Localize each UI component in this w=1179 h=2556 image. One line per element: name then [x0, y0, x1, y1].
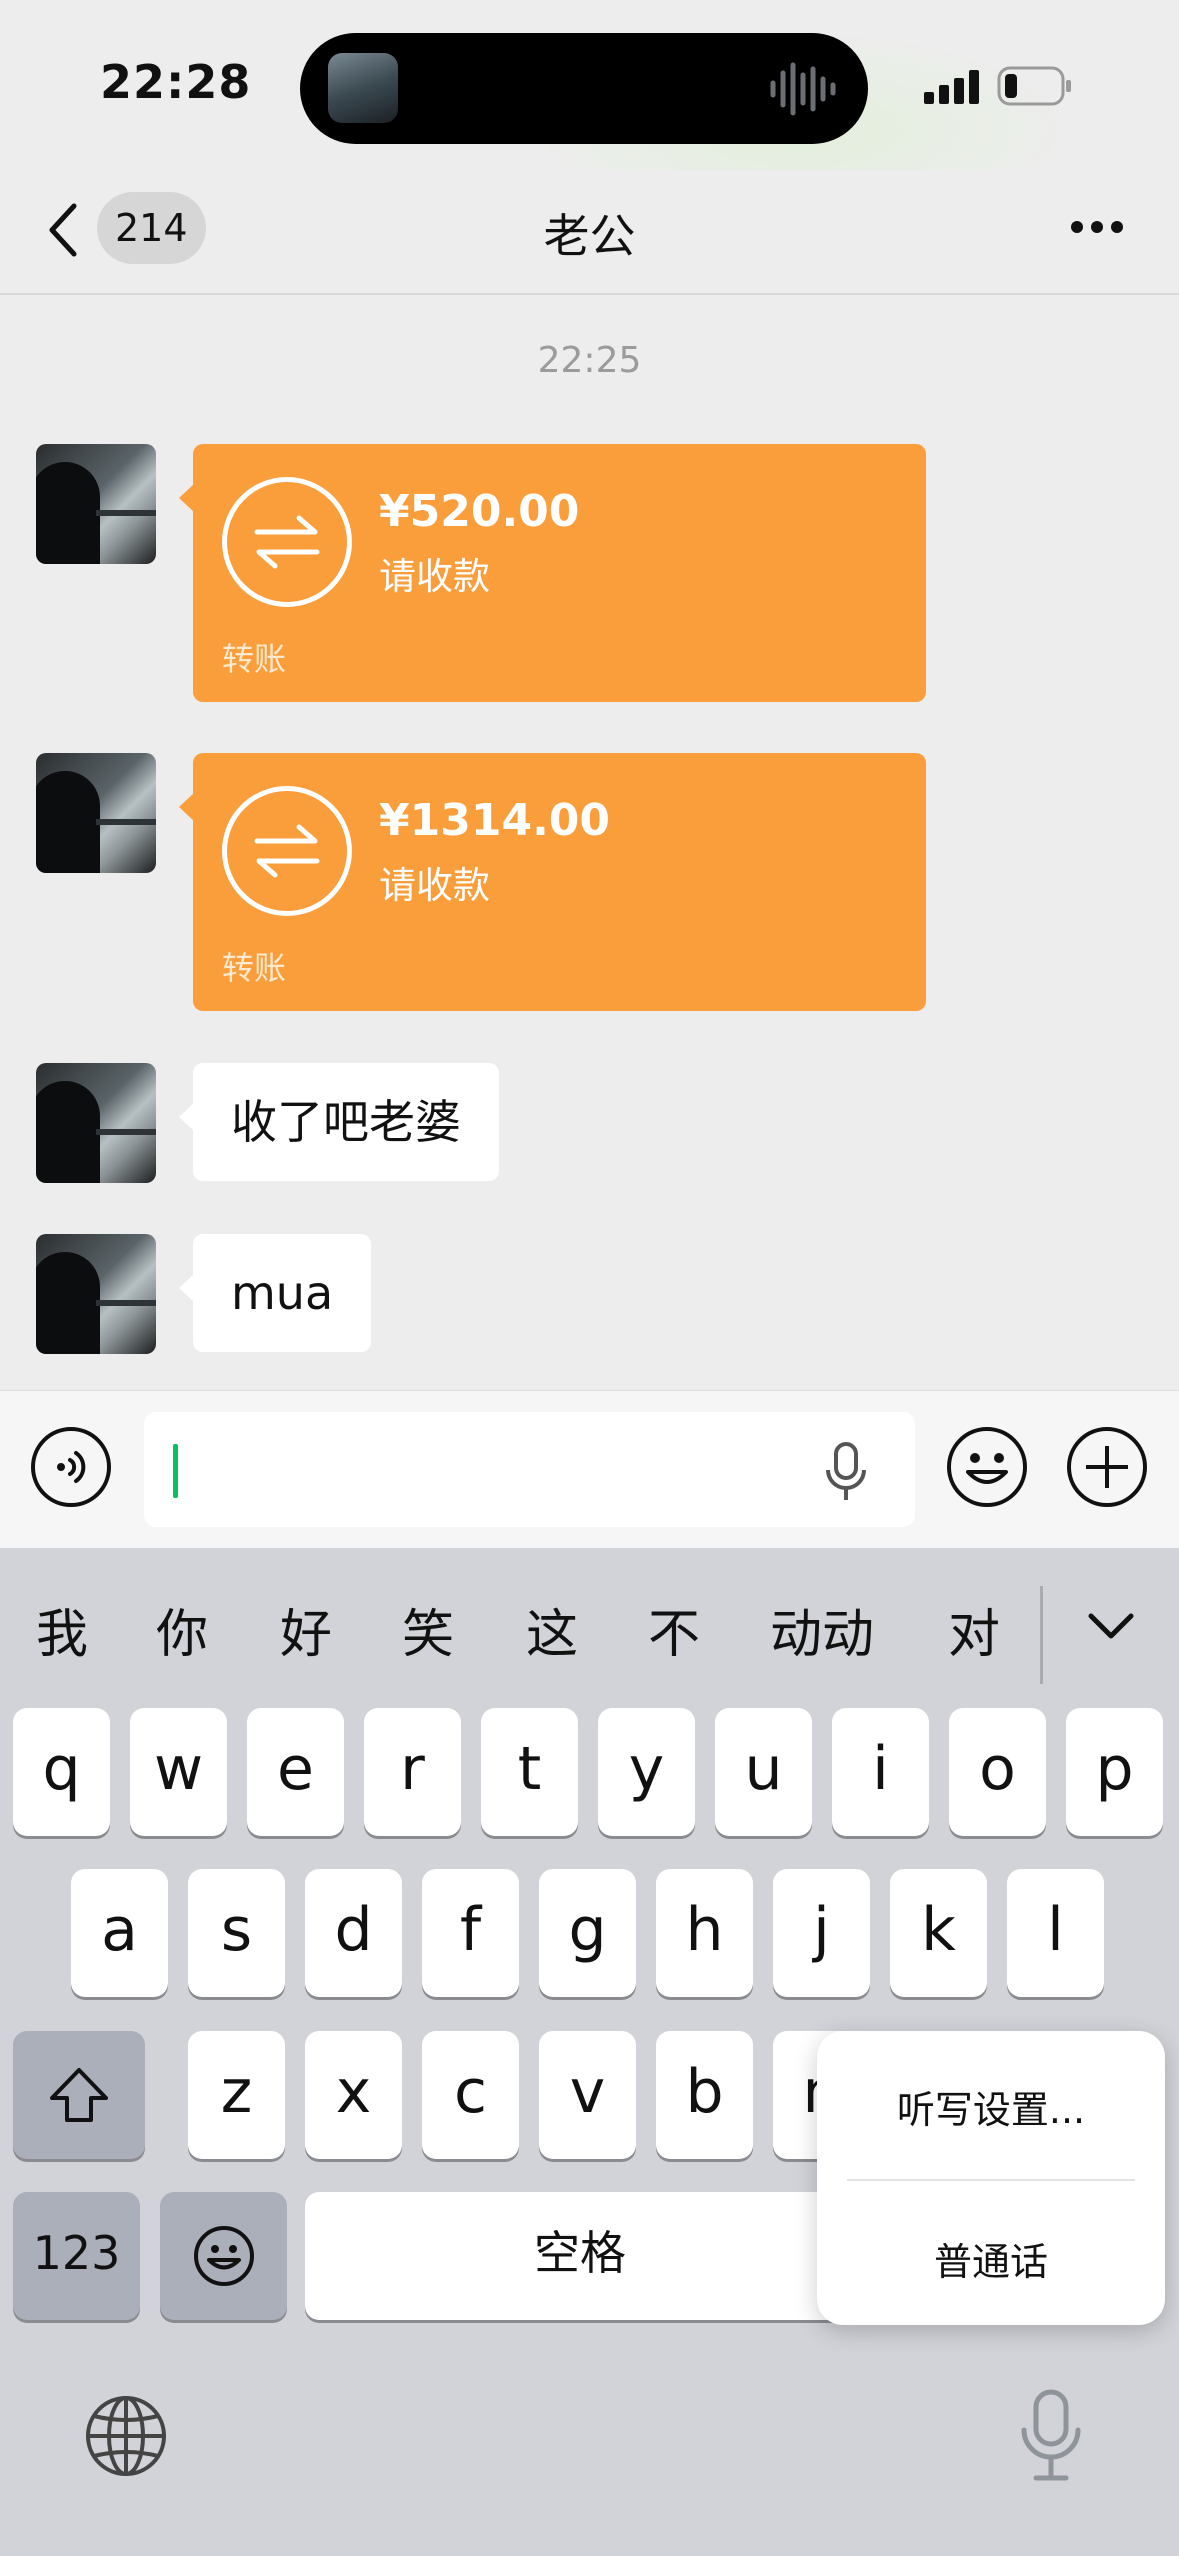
key-k[interactable]: k — [890, 1869, 987, 1997]
text-caret — [173, 1444, 178, 1498]
transfer-amount: ¥1314.00 — [379, 795, 611, 846]
emoji-key[interactable] — [160, 2192, 287, 2320]
key-p[interactable]: p — [1066, 1708, 1163, 1836]
candidate-word[interactable]: 不 — [648, 1592, 700, 1667]
now-playing-thumbnail — [328, 53, 398, 123]
text-message-bubble[interactable]: 收了吧老婆 — [179, 1063, 499, 1181]
key-a[interactable]: a — [71, 1869, 168, 1997]
battery-icon — [997, 66, 1071, 106]
key-v[interactable]: v — [539, 2031, 636, 2159]
chat-title: 老公 — [543, 209, 636, 263]
key-e[interactable]: e — [247, 1708, 344, 1836]
key-l[interactable]: l — [1007, 1869, 1104, 1997]
key-h[interactable]: h — [656, 1869, 753, 1997]
contact-avatar[interactable] — [36, 753, 156, 873]
message-timestamp: 22:25 — [537, 340, 642, 381]
message-input-bar — [0, 1390, 1179, 1548]
candidate-word[interactable]: 对 — [948, 1592, 1000, 1667]
dictation-popup-menu: 听写设置... 普通话 — [817, 2031, 1165, 2325]
dictation-settings-option[interactable]: 听写设置... — [817, 2079, 1165, 2134]
transfer-arrows-icon — [222, 477, 352, 607]
key-u[interactable]: u — [715, 1708, 812, 1836]
status-bar: 22:28 — [0, 0, 1179, 170]
key-g[interactable]: g — [539, 1869, 636, 1997]
key-i[interactable]: i — [832, 1708, 929, 1836]
transfer-card[interactable]: ¥520.00 请收款 转账 — [179, 444, 926, 702]
transfer-card[interactable]: ¥1314.00 请收款 转账 — [179, 753, 926, 1011]
globe-icon[interactable] — [84, 2394, 168, 2478]
key-d[interactable]: d — [305, 1869, 402, 1997]
transfer-label: 转账 — [222, 949, 287, 987]
candidate-word[interactable]: 你 — [156, 1592, 208, 1667]
emoji-icon — [193, 2226, 254, 2286]
transfer-status: 请收款 — [379, 555, 490, 598]
transfer-arrows-icon — [222, 786, 352, 916]
key-b[interactable]: b — [656, 2031, 753, 2159]
dynamic-island[interactable] — [300, 33, 868, 144]
candidate-word[interactable]: 动动 — [770, 1592, 874, 1667]
key-s[interactable]: s — [188, 1869, 285, 1997]
shift-key[interactable] — [13, 2031, 145, 2159]
candidate-word[interactable]: 笑 — [402, 1592, 454, 1667]
candidate-word[interactable]: 我 — [36, 1592, 88, 1667]
key-z[interactable]: z — [188, 2031, 285, 2159]
more-options-icon[interactable] — [1070, 220, 1124, 234]
key-t[interactable]: t — [481, 1708, 578, 1836]
popup-divider — [847, 2179, 1135, 2181]
key-q[interactable]: q — [13, 1708, 110, 1836]
status-time: 22:28 — [100, 55, 252, 109]
key-r[interactable]: r — [364, 1708, 461, 1836]
dictation-language-option[interactable]: 普通话 — [817, 2231, 1165, 2286]
key-c[interactable]: c — [422, 2031, 519, 2159]
microphone-icon[interactable] — [824, 1442, 868, 1502]
chat-header: 214 老公 — [0, 170, 1179, 295]
key-x[interactable]: x — [305, 2031, 402, 2159]
plus-icon[interactable] — [1066, 1426, 1148, 1508]
candidate-bar: 我 你 好 笑 这 不 动动 对 — [0, 1548, 1179, 1708]
space-key[interactable]: 空格 — [305, 2192, 855, 2320]
numbers-key[interactable]: 123 — [13, 2192, 140, 2320]
key-w[interactable]: w — [130, 1708, 227, 1836]
contact-avatar[interactable] — [36, 1063, 156, 1183]
contact-avatar[interactable] — [36, 1234, 156, 1354]
chevron-down-icon[interactable] — [1087, 1612, 1135, 1642]
dictation-microphone-icon[interactable] — [1018, 2388, 1084, 2484]
cellular-signal-icon — [924, 70, 979, 104]
candidate-divider — [1040, 1586, 1043, 1684]
candidate-word[interactable]: 好 — [280, 1592, 332, 1667]
audio-waveform-icon — [770, 62, 836, 116]
transfer-label: 转账 — [222, 640, 287, 678]
key-f[interactable]: f — [422, 1869, 519, 1997]
key-j[interactable]: j — [773, 1869, 870, 1997]
contact-avatar[interactable] — [36, 444, 156, 564]
shift-arrow-icon — [50, 2068, 108, 2122]
key-y[interactable]: y — [598, 1708, 695, 1836]
key-o[interactable]: o — [949, 1708, 1046, 1836]
transfer-status: 请收款 — [379, 864, 490, 907]
transfer-amount: ¥520.00 — [379, 486, 580, 537]
emoji-icon[interactable] — [946, 1426, 1028, 1508]
voice-input-toggle-icon[interactable] — [30, 1426, 112, 1508]
candidate-word[interactable]: 这 — [526, 1592, 578, 1667]
text-message-bubble[interactable]: mua — [178, 1234, 372, 1352]
message-input-field[interactable] — [144, 1412, 915, 1527]
